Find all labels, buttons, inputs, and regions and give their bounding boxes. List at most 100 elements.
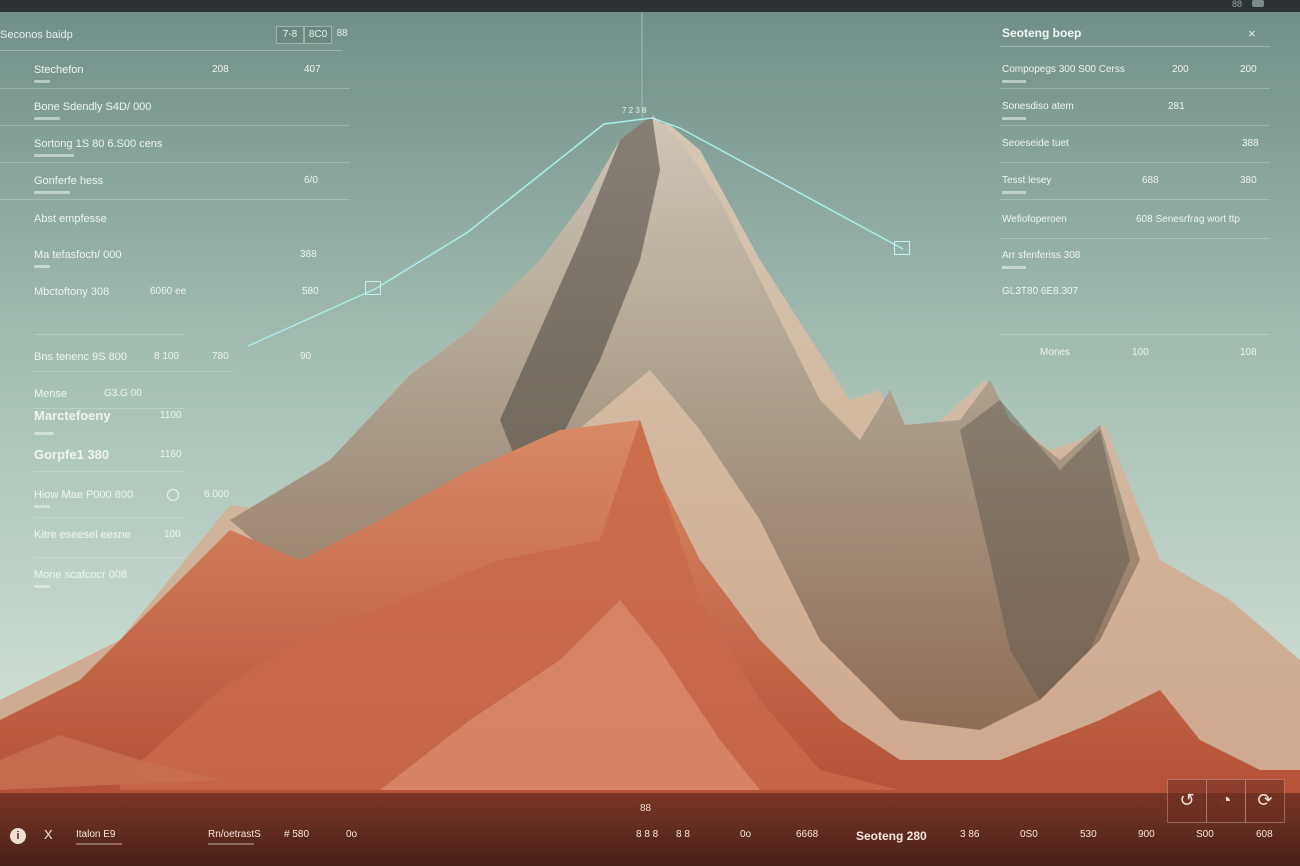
status-item-label: # 580 — [284, 829, 310, 840]
status-item-label: 8 8 — [676, 829, 690, 840]
row-value: 8 100 — [154, 351, 180, 362]
list-item[interactable]: Arr sfenferiss 308 — [1000, 250, 1270, 280]
status-item[interactable]: 900 — [1138, 829, 1155, 840]
status-item[interactable]: 530 — [1080, 829, 1097, 840]
left-panel-header: Seconos baidp 7-8 8C0 88 — [0, 26, 360, 51]
list-item[interactable]: Mbctoftony 308 6060 ee 580 — [0, 286, 360, 335]
list-item[interactable]: Marctefoeny 1100 — [0, 408, 360, 438]
divider — [1000, 199, 1270, 200]
row-value: 90 — [300, 351, 312, 362]
profile-marker-right[interactable] — [894, 241, 910, 255]
row-value: 6060 ee — [150, 286, 187, 297]
row-label: Ma tefasfoch/ 000 — [34, 249, 122, 261]
row-value: 608 Senesrfrag wort ttp — [1136, 214, 1240, 225]
row-label: Kitre eseesel eesne — [34, 529, 131, 541]
profile-marker-left[interactable] — [365, 281, 381, 295]
status-item[interactable]: 0o — [346, 829, 357, 840]
row-indicator — [34, 265, 50, 268]
layer-tool-button[interactable]: ◔ — [1206, 779, 1246, 823]
row-value: 6/0 — [304, 175, 318, 186]
divider — [1000, 46, 1270, 47]
status-item[interactable]: S00 — [1196, 829, 1214, 840]
list-item[interactable]: Compopegs 300 S00 Cerss 200 200 — [1000, 64, 1270, 94]
status-item[interactable]: 608 — [1256, 829, 1273, 840]
list-item[interactable]: Mone scafcocr 008 — [0, 569, 360, 599]
row-value: 200 — [1172, 64, 1189, 75]
status-item-label: 0o — [740, 829, 752, 840]
row-label: Stechefon — [34, 64, 84, 76]
status-item-label: Seoteng 280 — [856, 829, 927, 843]
left-panel-title: Seconos baidp — [0, 29, 73, 41]
radio-icon[interactable] — [167, 489, 179, 501]
row-label: Bns tenenc 9S 800 — [34, 351, 127, 363]
row-label: Mones — [1040, 347, 1071, 358]
divider — [34, 371, 234, 372]
row-value: 388 — [1242, 138, 1259, 149]
row-indicator — [1002, 191, 1026, 194]
row-indicator — [1002, 117, 1026, 120]
list-item[interactable]: Seoeseide tuet 388 — [1000, 138, 1270, 168]
list-item[interactable]: Bone Sdendly S4D/ 000 — [0, 101, 360, 131]
status-item[interactable]: 3 86 — [960, 829, 979, 840]
row-indicator — [34, 191, 70, 194]
divider — [34, 471, 184, 472]
close-icon[interactable]: × — [1248, 26, 1256, 41]
divider — [0, 199, 350, 200]
window-control-icon[interactable] — [1252, 0, 1264, 7]
list-item[interactable]: Wefiofoperoen 608 Senesrfrag wort ttp — [1000, 214, 1270, 244]
list-item[interactable]: Mones 100 108 — [1000, 347, 1270, 377]
list-item[interactable]: Hiow Mae P000 800 6.000 — [0, 489, 360, 519]
list-item[interactable]: GL3T80 6E8.307 — [1000, 286, 1270, 335]
row-value: 100 — [164, 529, 181, 540]
list-item[interactable]: Sonesdiso atem 281 — [1000, 101, 1270, 131]
status-item[interactable]: # 580 — [284, 829, 309, 840]
status-item-label: 6668 — [796, 829, 819, 840]
row-label: Sortong 1S 80 6.S00 cens — [34, 138, 163, 150]
list-item[interactable]: Gonferfe hess 6/0 — [0, 175, 360, 205]
status-item[interactable]: 6668 — [796, 829, 818, 840]
list-item[interactable]: Ma tefasfoch/ 000 388 — [0, 249, 360, 279]
status-item[interactable]: 0o — [740, 829, 751, 840]
row-label: GL3T80 6E8.307 — [1002, 286, 1079, 297]
row-indicator — [1002, 266, 1026, 269]
control-button-1[interactable]: 7-8 — [276, 26, 304, 44]
row-label: Gorpfe1 380 — [34, 447, 110, 462]
list-item[interactable]: Gorpfe1 380 1160 — [0, 447, 360, 477]
divider — [0, 88, 350, 89]
rotate-tool-button[interactable]: ↺ — [1167, 779, 1207, 823]
info-icon[interactable]: i — [10, 828, 26, 844]
status-item[interactable]: 8 8 8 — [636, 829, 658, 840]
row-value: 780 — [212, 351, 229, 362]
status-item[interactable]: Italon E9 — [76, 829, 122, 845]
row-value: 388 — [300, 249, 317, 260]
list-item[interactable]: Stechefon 208 407 — [0, 64, 360, 94]
list-item[interactable]: Bns tenenc 9S 800 8 100 780 90 — [0, 351, 360, 381]
status-item[interactable]: 8 8 — [676, 829, 690, 840]
row-label: Abst empfesse — [34, 213, 107, 225]
row-value: 100 — [1132, 347, 1149, 358]
status-item-label: Italon E9 — [76, 829, 116, 840]
list-item[interactable]: Tesst lesey 688 380 — [1000, 175, 1270, 205]
row-value: 208 — [212, 64, 229, 75]
row-value: 1160 — [160, 449, 182, 460]
status-item[interactable]: Rn/oetrastS — [208, 829, 261, 845]
status-item-label: 0o — [346, 829, 358, 840]
refresh-tool-button[interactable]: ⟳ — [1245, 779, 1285, 823]
tools-icon[interactable]: X — [44, 827, 53, 842]
status-item-label: 8 8 8 — [636, 829, 659, 840]
row-label: Seoeseide tuet — [1002, 138, 1069, 149]
status-item-active[interactable]: Seoteng 280 — [856, 829, 927, 843]
status-item[interactable]: 0S0 — [1020, 829, 1038, 840]
divider — [34, 334, 184, 335]
grid-icon[interactable]: 88 — [334, 26, 350, 42]
row-indicator — [34, 117, 60, 120]
row-value: 6.000 — [204, 489, 230, 500]
right-panel-title: Seoteng boep — [1002, 26, 1082, 40]
list-item[interactable]: Sortong 1S 80 6.S00 cens — [0, 138, 360, 168]
row-label: Gonferfe hess — [34, 175, 104, 187]
status-item-label: 0S0 — [1020, 829, 1038, 840]
list-item[interactable]: Kitre eseesel eesne 100 — [0, 529, 360, 559]
divider — [34, 557, 184, 558]
list-item[interactable]: Abst empfesse — [0, 213, 360, 243]
control-button-2[interactable]: 8C0 — [304, 26, 332, 44]
